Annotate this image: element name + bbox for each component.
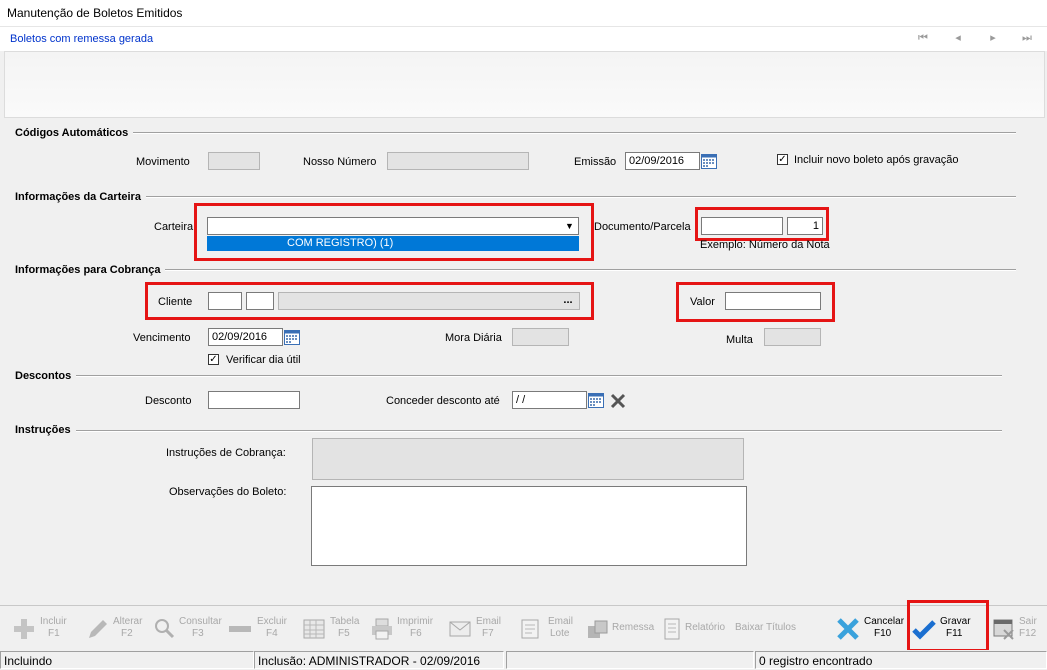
conceder-label: Conceder desconto até [386, 395, 500, 407]
cancelar-button[interactable]: Cancelar F10 [836, 612, 904, 648]
search-icon [155, 619, 175, 639]
divider [133, 132, 1016, 134]
sair-button[interactable]: Sair F12 [992, 612, 1044, 648]
observacoes-field[interactable] [311, 486, 747, 566]
instrucoes-cobranca-field[interactable] [312, 438, 744, 480]
status-registros: 0 registro encontrado [755, 651, 1047, 669]
observacoes-label: Observações do Boleto: [169, 486, 287, 498]
highlight-valor [676, 282, 835, 322]
window-titlebar: Manutenção de Boletos Emitidos [0, 0, 1047, 26]
highlight-documento [695, 207, 829, 241]
table-icon [303, 619, 325, 639]
minus-icon [229, 626, 251, 632]
highlight-gravar [907, 600, 989, 652]
nosso-numero-label: Nosso Número [303, 156, 377, 168]
email-lote-button[interactable]: Email Lote [518, 612, 574, 648]
documento-exemplo: Exemplo: Número da Nota [700, 239, 830, 251]
desconto-field[interactable] [208, 391, 300, 409]
multa-field[interactable] [764, 328, 821, 346]
document-icon [521, 619, 539, 639]
mora-field[interactable] [512, 328, 569, 346]
verificar-checkbox[interactable]: ✓ [208, 354, 219, 365]
baixar-titulos-button[interactable]: Baixar Títulos [733, 612, 797, 648]
tabela-button[interactable]: Tabela F5 [302, 612, 362, 648]
incluir-novo-label: Incluir novo boleto após gravação [794, 154, 959, 166]
divider [165, 269, 1016, 271]
consultar-button[interactable]: Consultar F3 [153, 612, 222, 648]
desconto-label: Desconto [145, 395, 192, 407]
verificar-label: Verificar dia útil [226, 354, 301, 366]
divider [76, 430, 1002, 432]
first-icon[interactable]: ⏮ [915, 31, 931, 45]
next-icon[interactable]: ▸ [985, 31, 1001, 45]
nosso-numero-field[interactable] [387, 152, 529, 170]
excluir-button[interactable]: Excluir F4 [228, 612, 288, 648]
calendar-icon[interactable] [701, 153, 717, 169]
calendar-icon[interactable] [284, 329, 300, 345]
vencimento-label: Vencimento [133, 332, 191, 344]
instrucoes-cobranca-label: Instruções de Cobrança: [166, 447, 286, 459]
printer-icon [372, 618, 392, 640]
calendar-icon[interactable] [588, 392, 604, 408]
emissao-field[interactable]: 02/09/2016 [625, 152, 700, 170]
incluir-novo-checkbox[interactable]: ✓ [777, 154, 788, 165]
highlight-cliente [145, 282, 594, 320]
section-carteira: Informações da Carteira [15, 191, 141, 203]
conceder-field[interactable]: / / [512, 391, 587, 409]
cancel-x-icon [837, 618, 859, 640]
incluir-button[interactable]: Incluir F1 [12, 612, 72, 648]
envelope-icon [449, 621, 471, 637]
section-descontos: Descontos [15, 370, 72, 382]
window-title: Manutenção de Boletos Emitidos [7, 6, 183, 20]
movimento-label: Movimento [136, 156, 190, 168]
carteira-label: Carteira [154, 221, 194, 233]
multa-label: Multa [726, 334, 753, 346]
imprimir-button[interactable]: Imprimir F6 [370, 612, 436, 648]
divider [146, 196, 1016, 198]
report-icon [664, 618, 680, 640]
prev-icon[interactable]: ◂ [950, 31, 966, 45]
divider [76, 375, 1002, 377]
alterar-button[interactable]: Alterar F2 [86, 612, 146, 648]
last-icon[interactable]: ⏭ [1019, 31, 1035, 45]
toolbar: Incluir F1 Alterar F2 Consultar F3 Exclu… [0, 605, 1047, 650]
section-codigos: Códigos Automáticos [15, 127, 129, 139]
highlight-carteira [194, 203, 594, 261]
header-panel [4, 51, 1045, 118]
mora-label: Mora Diária [445, 332, 502, 344]
relatorio-button[interactable]: Relatório [660, 612, 726, 648]
movimento-field[interactable] [208, 152, 260, 170]
documento-label: Documento/Parcela [594, 221, 691, 233]
section-instrucoes: Instruções [15, 424, 71, 436]
email-button[interactable]: Email F7 [448, 612, 504, 648]
status-mode: Incluindo [0, 651, 254, 669]
plus-icon [14, 619, 34, 639]
window-subtitle: Boletos com remessa gerada [10, 33, 154, 45]
section-cobranca: Informações para Cobrança [15, 264, 161, 276]
status-bar: Incluindo Inclusão: ADMINISTRADOR - 02/0… [0, 650, 1047, 670]
pencil-icon [89, 620, 107, 638]
exit-icon [993, 619, 1014, 640]
boxes-icon [588, 620, 608, 638]
emissao-label: Emissão [574, 156, 617, 168]
remessa-button[interactable]: Remessa [586, 612, 654, 648]
status-empty [506, 651, 754, 669]
vencimento-field[interactable]: 02/09/2016 [208, 328, 283, 346]
status-subbar: Boletos com remessa gerada ⏮ ◂ ▸ ⏭ [0, 26, 1047, 51]
clear-date-icon[interactable] [610, 393, 626, 409]
status-inclusao: Inclusão: ADMINISTRADOR - 02/09/2016 [254, 651, 504, 669]
